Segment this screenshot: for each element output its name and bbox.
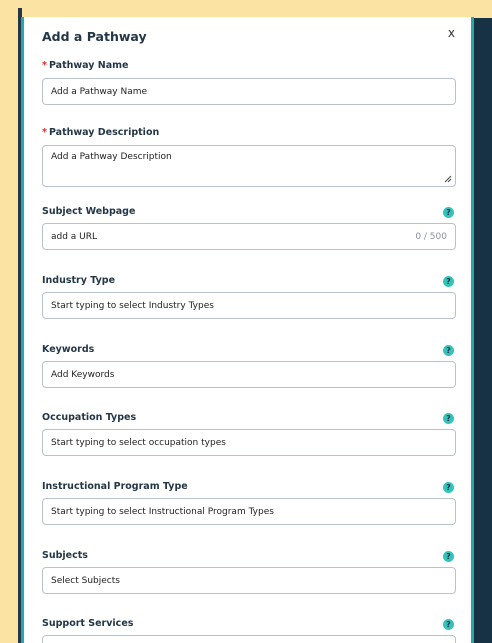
pathway-description-label: * Pathway Description: [42, 127, 456, 138]
required-marker: *: [42, 60, 47, 71]
close-button[interactable]: x: [448, 26, 455, 40]
resize-grip-icon[interactable]: [444, 175, 452, 183]
instructional-program-type-field: Instructional Program Type ? Start typin…: [42, 481, 456, 525]
support-services-field: Support Services ?: [42, 618, 456, 643]
subject-webpage-input[interactable]: add a URL 0 / 500: [42, 223, 456, 250]
keywords-label: Keywords: [42, 344, 95, 355]
required-marker: *: [42, 127, 47, 138]
help-icon[interactable]: ?: [443, 551, 454, 562]
subjects-placeholder: Select Subjects: [51, 575, 120, 586]
keywords-input[interactable]: Add Keywords: [42, 361, 456, 388]
add-pathway-modal: Add a Pathway x * Pathway Name Add a Path…: [21, 17, 474, 643]
help-icon[interactable]: ?: [443, 482, 454, 493]
industry-type-input[interactable]: Start typing to select Industry Types: [42, 292, 456, 319]
pathway-name-placeholder: Add a Pathway Name: [51, 86, 148, 97]
pathway-description-label-text: Pathway Description: [48, 127, 160, 138]
keywords-field: Keywords ? Add Keywords: [42, 344, 456, 388]
help-icon[interactable]: ?: [443, 207, 454, 218]
occupation-types-input[interactable]: Start typing to select occupation types: [42, 429, 456, 456]
occupation-types-placeholder: Start typing to select occupation types: [51, 437, 226, 448]
instructional-program-type-input[interactable]: Start typing to select Instructional Pro…: [42, 498, 456, 525]
pathway-description-placeholder: Add a Pathway Description: [51, 152, 172, 162]
modal-title: Add a Pathway: [42, 29, 147, 44]
subject-webpage-label: Subject Webpage: [42, 206, 136, 217]
industry-type-placeholder: Start typing to select Industry Types: [51, 300, 214, 311]
backdrop-right-panel: [474, 18, 492, 643]
subject-webpage-field: Subject Webpage ? add a URL 0 / 500: [42, 206, 456, 250]
instructional-program-type-placeholder: Start typing to select Instructional Pro…: [51, 506, 274, 517]
help-icon[interactable]: ?: [443, 413, 454, 424]
keywords-placeholder: Add Keywords: [51, 369, 115, 380]
help-icon[interactable]: ?: [443, 276, 454, 287]
character-counter: 0 / 500: [415, 231, 447, 242]
support-services-label: Support Services: [42, 618, 134, 629]
subject-webpage-placeholder: add a URL: [51, 231, 98, 242]
subjects-field: Subjects ? Select Subjects: [42, 550, 456, 594]
pathway-name-label: * Pathway Name: [42, 60, 456, 71]
industry-type-label: Industry Type: [42, 275, 116, 286]
subjects-label: Subjects: [42, 550, 88, 561]
pathway-name-label-text: Pathway Name: [48, 60, 129, 71]
industry-type-field: Industry Type ? Start typing to select I…: [42, 275, 456, 319]
pathway-description-field: * Pathway Description Add a Pathway Descr…: [42, 127, 456, 187]
help-icon[interactable]: ?: [443, 619, 454, 630]
pathway-description-textarea[interactable]: Add a Pathway Description: [42, 145, 456, 187]
subjects-input[interactable]: Select Subjects: [42, 567, 456, 594]
support-services-input[interactable]: [42, 635, 456, 643]
instructional-program-type-label: Instructional Program Type: [42, 481, 188, 492]
occupation-types-field: Occupation Types ? Start typing to selec…: [42, 412, 456, 456]
pathway-name-input[interactable]: Add a Pathway Name: [42, 78, 456, 105]
help-icon[interactable]: ?: [443, 345, 454, 356]
occupation-types-label: Occupation Types: [42, 412, 137, 423]
pathway-name-field: * Pathway Name Add a Pathway Name: [42, 60, 456, 105]
